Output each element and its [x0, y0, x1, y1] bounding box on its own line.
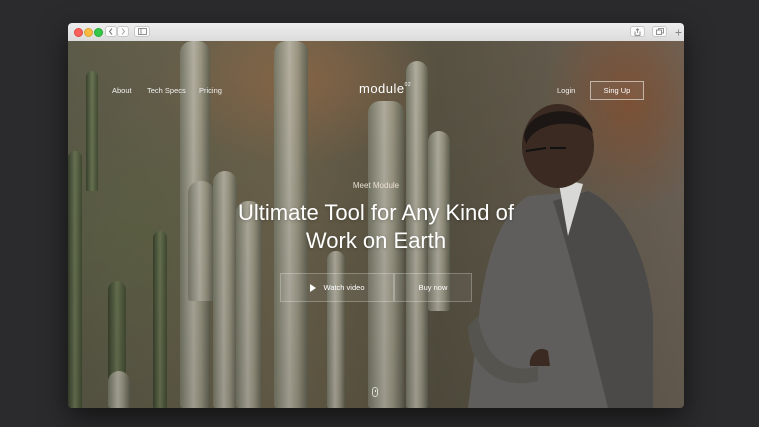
close-window-button[interactable]: [74, 28, 83, 37]
nav-link-about[interactable]: About: [112, 86, 132, 95]
new-tab-button[interactable]: [673, 27, 683, 38]
browser-window: About Tech Specs Pricing module02 Login …: [68, 23, 684, 408]
brand-version: 02: [404, 82, 412, 88]
scroll-down-icon[interactable]: [372, 387, 378, 397]
hero-section: About Tech Specs Pricing module02 Login …: [68, 41, 684, 408]
login-link[interactable]: Login: [557, 86, 575, 95]
signup-label: Sing Up: [603, 86, 631, 95]
forward-button[interactable]: [117, 26, 129, 37]
maximize-window-button[interactable]: [94, 28, 103, 37]
hero-headline: Ultimate Tool for Any Kind of Work on Ea…: [238, 200, 514, 253]
plus-icon: [675, 29, 681, 36]
brand-logo[interactable]: module02: [359, 81, 411, 96]
share-icon: [634, 27, 641, 36]
buy-now-label: Buy now: [418, 283, 448, 292]
sidebar-button[interactable]: [134, 26, 150, 37]
signup-button[interactable]: Sing Up: [590, 81, 644, 100]
tabs-icon: [655, 28, 664, 35]
nav-link-tech-specs[interactable]: Tech Specs: [147, 86, 186, 95]
nav-link-pricing[interactable]: Pricing: [199, 86, 222, 95]
forward-arrow-icon: [121, 28, 126, 35]
sidebar-icon: [137, 28, 147, 35]
browser-toolbar: [68, 23, 684, 42]
back-button[interactable]: [105, 26, 117, 37]
back-arrow-icon: [108, 28, 113, 35]
play-icon: [309, 283, 316, 292]
hero-eyebrow: Meet Module: [352, 181, 400, 190]
share-button[interactable]: [630, 26, 645, 37]
watch-video-label: Watch video: [323, 283, 365, 292]
tabs-button[interactable]: [652, 26, 667, 37]
buy-now-button[interactable]: Buy now: [394, 273, 472, 302]
brand-name: module: [359, 81, 405, 96]
watch-video-button[interactable]: Watch video: [280, 273, 394, 302]
minimize-window-button[interactable]: [84, 28, 93, 37]
